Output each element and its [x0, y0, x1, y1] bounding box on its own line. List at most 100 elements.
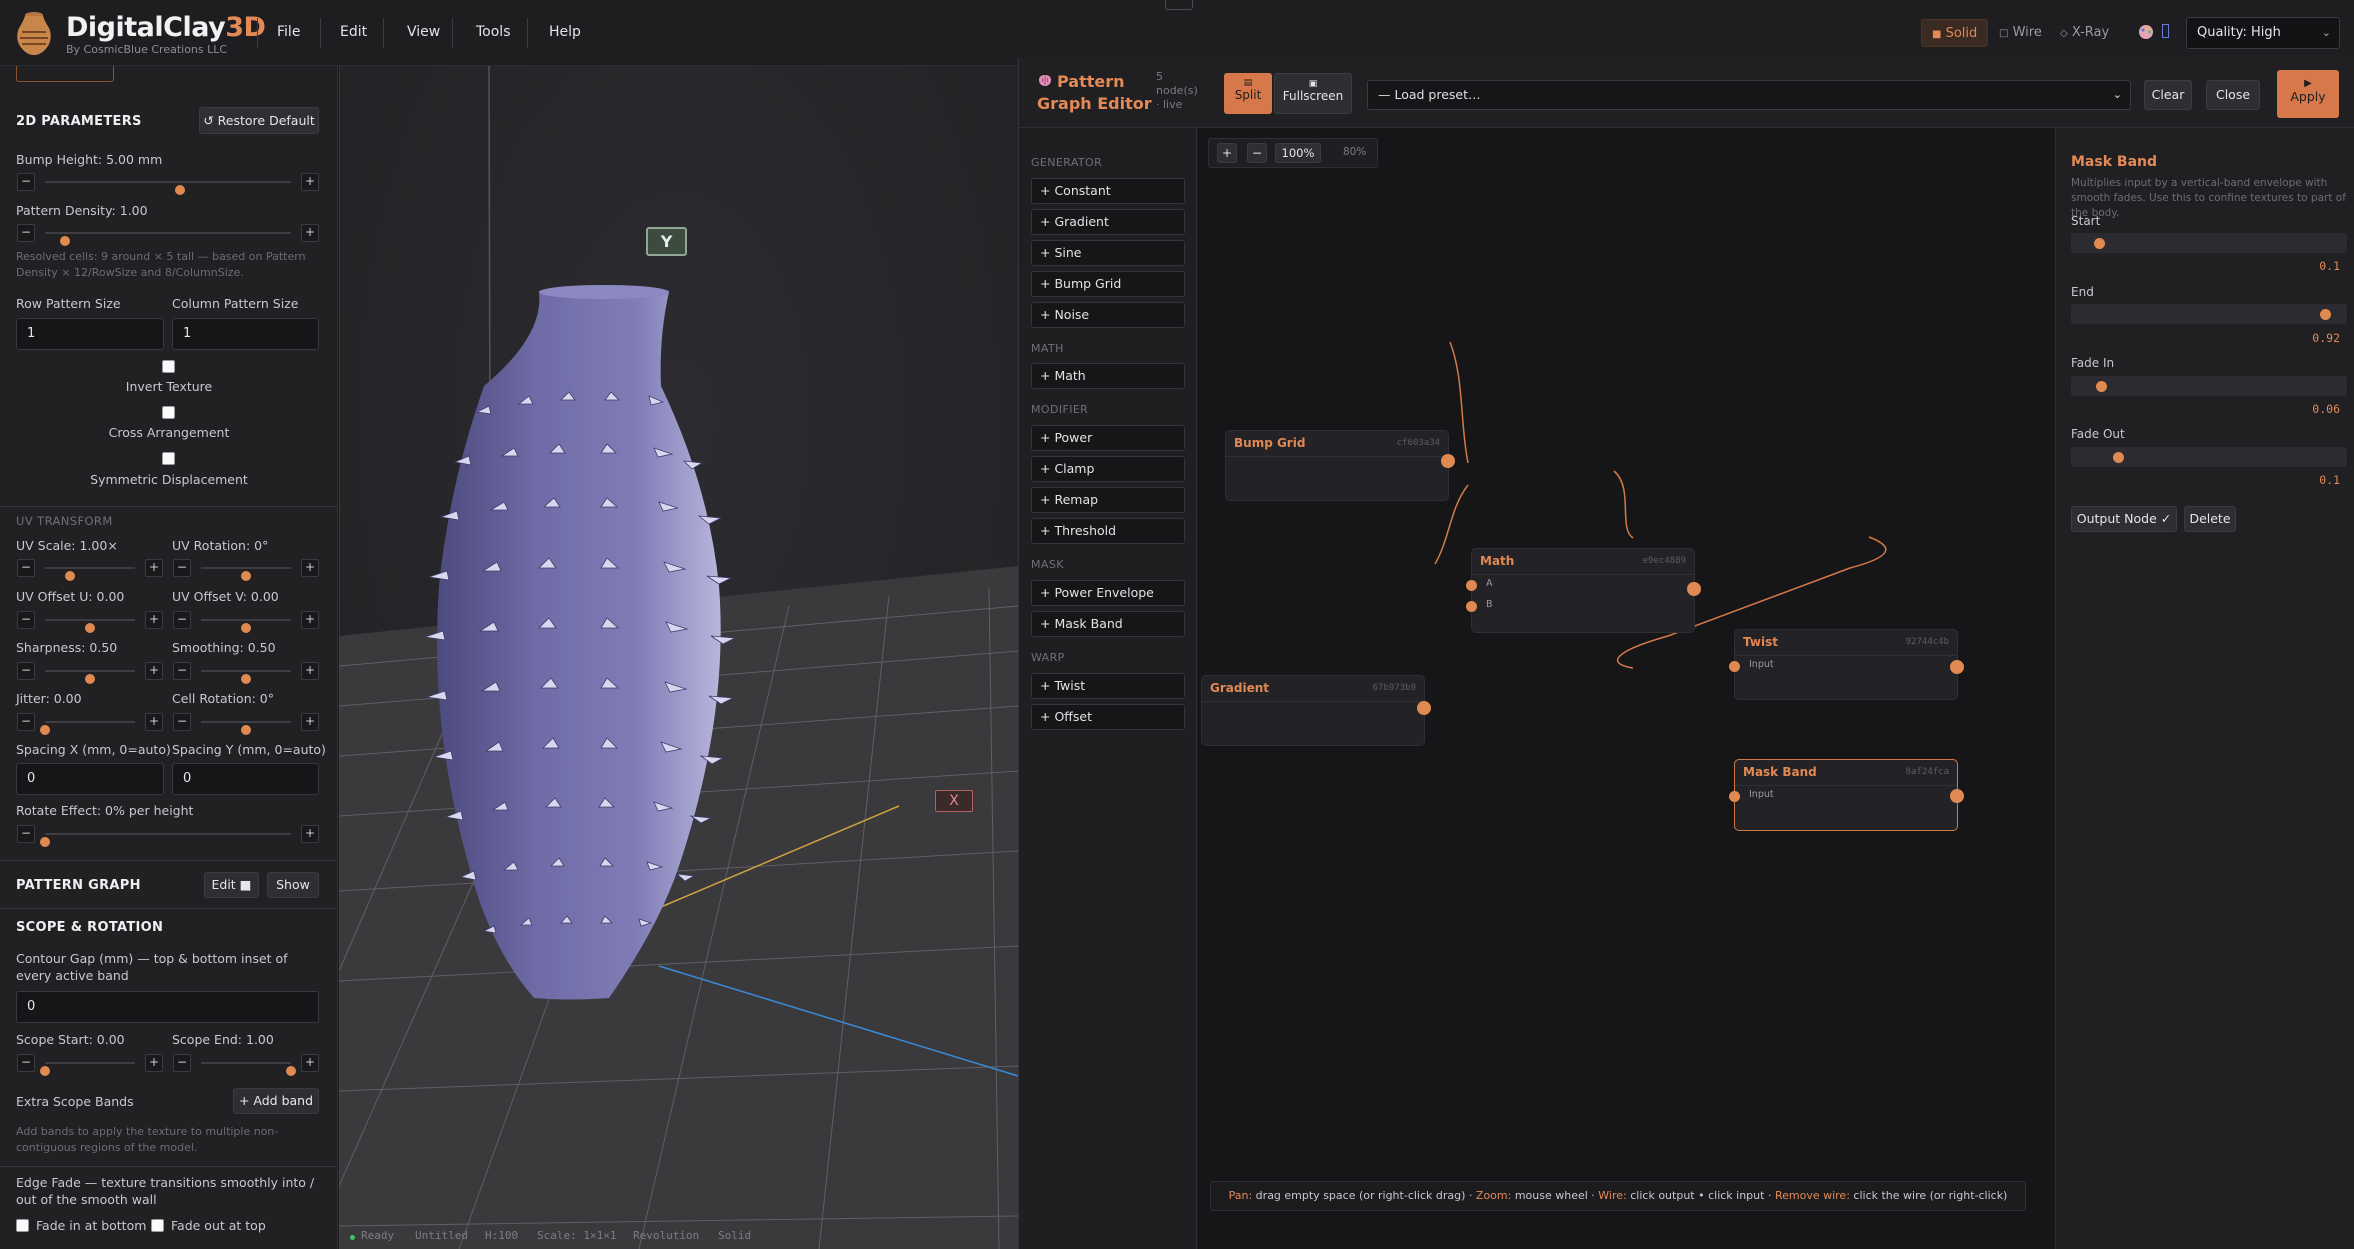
invert-texture-checkbox[interactable] — [162, 360, 175, 373]
phone-preview-icon[interactable] — [2162, 24, 2169, 38]
scope-end-slider[interactable]: − + — [173, 1054, 319, 1076]
decrement-button[interactable]: − — [173, 559, 191, 577]
slider-knob[interactable] — [241, 725, 251, 735]
slider-knob[interactable] — [286, 1066, 296, 1076]
edit-pattern-graph-button[interactable]: Edit ■ — [204, 872, 259, 898]
slider-knob[interactable] — [175, 185, 186, 195]
decrement-button[interactable]: − — [17, 611, 35, 629]
node-header[interactable]: Gradient 67b973b9 — [1202, 676, 1424, 702]
fade-out-top-checkbox[interactable] — [151, 1219, 164, 1232]
menu-edit[interactable]: Edit — [340, 24, 367, 40]
decrement-button[interactable]: − — [173, 1054, 191, 1072]
add-power-node[interactable]: + Power — [1031, 425, 1185, 451]
node-header[interactable]: Bump Grid cf603a34 — [1226, 431, 1448, 457]
cell-rotation-slider[interactable]: − + — [173, 713, 319, 735]
uv-offset-u-slider[interactable]: − + — [17, 611, 163, 633]
slider-track[interactable] — [45, 232, 291, 246]
add-math-node[interactable]: + Math — [1031, 363, 1185, 389]
pattern-density-slider[interactable]: − + — [17, 224, 319, 246]
slider-knob[interactable] — [40, 1066, 50, 1076]
decrement-button[interactable]: − — [17, 713, 35, 731]
split-view-button[interactable]: ▤ Split — [1224, 73, 1272, 114]
node-graph-canvas[interactable]: + − 100% 80% Bump Grid cf603a34 Math e9ec4… — [1198, 128, 2055, 1249]
slider-knob[interactable] — [2093, 238, 2105, 249]
symmetric-displacement-checkbox[interactable] — [162, 452, 175, 465]
delete-node-button[interactable]: Delete — [2184, 506, 2236, 532]
decrement-button[interactable]: − — [173, 713, 191, 731]
decrement-button[interactable]: − — [17, 224, 35, 242]
collapsed-section-tab[interactable] — [16, 66, 114, 82]
increment-button[interactable]: + — [301, 662, 319, 680]
smoothing-slider[interactable]: − + — [173, 662, 319, 684]
increment-button[interactable]: + — [145, 662, 163, 680]
cross-arrangement-checkbox[interactable] — [162, 406, 175, 419]
restore-default-button[interactable]: ↺ Restore Default — [199, 107, 319, 134]
slider-knob[interactable] — [85, 674, 95, 684]
decrement-button[interactable]: − — [173, 611, 191, 629]
slider-track[interactable] — [201, 670, 291, 684]
output-port[interactable] — [1950, 789, 1964, 803]
increment-button[interactable]: + — [145, 611, 163, 629]
uv-scale-slider[interactable]: − + — [17, 559, 163, 581]
slider-track[interactable] — [45, 567, 135, 581]
column-pattern-size-input[interactable]: 1 — [172, 318, 319, 350]
add-sine-node[interactable]: + Sine — [1031, 240, 1185, 266]
decrement-button[interactable]: − — [17, 173, 35, 191]
3d-viewport[interactable]: Y X — [339, 66, 1018, 1249]
add-bump-grid-node[interactable]: + Bump Grid — [1031, 271, 1185, 297]
slider-knob[interactable] — [2112, 452, 2124, 463]
add-twist-node[interactable]: + Twist — [1031, 673, 1185, 699]
node-header[interactable]: Twist 92744c4b — [1735, 630, 1957, 656]
add-constant-node[interactable]: + Constant — [1031, 178, 1185, 204]
slider-knob[interactable] — [40, 837, 50, 847]
fade-in-bottom-checkbox[interactable] — [16, 1219, 29, 1232]
output-port[interactable] — [1687, 582, 1701, 596]
slider-track[interactable] — [40, 1062, 135, 1076]
slider-knob[interactable] — [65, 571, 76, 581]
render-wire-button[interactable]: □ Wire — [1989, 19, 2052, 47]
increment-button[interactable]: + — [301, 713, 319, 731]
input-port[interactable] — [1729, 661, 1740, 672]
fullscreen-button[interactable]: ▣ Fullscreen — [1274, 73, 1352, 114]
input-port-b[interactable] — [1466, 601, 1477, 612]
output-port[interactable] — [1417, 701, 1431, 715]
node-header[interactable]: Math e9ec4889 — [1472, 549, 1694, 575]
slider-track[interactable] — [45, 181, 291, 195]
decrement-button[interactable]: − — [173, 662, 191, 680]
slider-knob[interactable] — [59, 236, 70, 246]
node-gradient[interactable]: Gradient 67b973b9 — [1201, 675, 1431, 746]
add-clamp-node[interactable]: + Clamp — [1031, 456, 1185, 482]
show-pattern-graph-button[interactable]: Show — [267, 872, 319, 898]
menu-file[interactable]: File — [277, 24, 300, 40]
input-port[interactable] — [1729, 791, 1740, 802]
color-palette-icon[interactable] — [2138, 24, 2154, 40]
quality-select[interactable]: Quality: High ⌄ — [2186, 17, 2340, 49]
add-noise-node[interactable]: + Noise — [1031, 302, 1185, 328]
node-mask-band[interactable]: Mask Band 8af24fca Input — [1729, 759, 1964, 831]
sharpness-slider[interactable]: − + — [17, 662, 163, 684]
fade-in-slider[interactable] — [2071, 376, 2347, 396]
uv-offset-v-slider[interactable]: − + — [173, 611, 319, 633]
output-port[interactable] — [1950, 660, 1964, 674]
render-solid-button[interactable]: ■ Solid — [1921, 19, 1989, 47]
apply-button[interactable]: ▶ Apply — [2277, 70, 2339, 118]
decrement-button[interactable]: − — [17, 662, 35, 680]
slider-knob[interactable] — [85, 623, 95, 633]
slider-knob[interactable] — [40, 725, 50, 735]
add-offset-node[interactable]: + Offset — [1031, 704, 1185, 730]
jitter-slider[interactable]: − + — [17, 713, 163, 735]
bump-height-slider[interactable]: − + — [17, 173, 319, 195]
fade-out-slider[interactable] — [2071, 447, 2347, 467]
add-mask-band-node[interactable]: + Mask Band — [1031, 611, 1185, 637]
decrement-button[interactable]: − — [17, 825, 35, 843]
slider-track[interactable] — [45, 619, 135, 633]
slider-track[interactable] — [201, 721, 291, 735]
output-node-button[interactable]: Output Node ✓ — [2071, 506, 2177, 532]
close-editor-button[interactable]: Close — [2206, 80, 2260, 110]
slider-knob[interactable] — [241, 674, 251, 684]
uv-rotation-slider[interactable]: − + — [173, 559, 319, 581]
render-xray-button[interactable]: ◇ X-Ray — [2050, 19, 2119, 47]
slider-knob[interactable] — [241, 623, 251, 633]
increment-button[interactable]: + — [145, 559, 163, 577]
spacing-x-input[interactable]: 0 — [16, 763, 164, 795]
